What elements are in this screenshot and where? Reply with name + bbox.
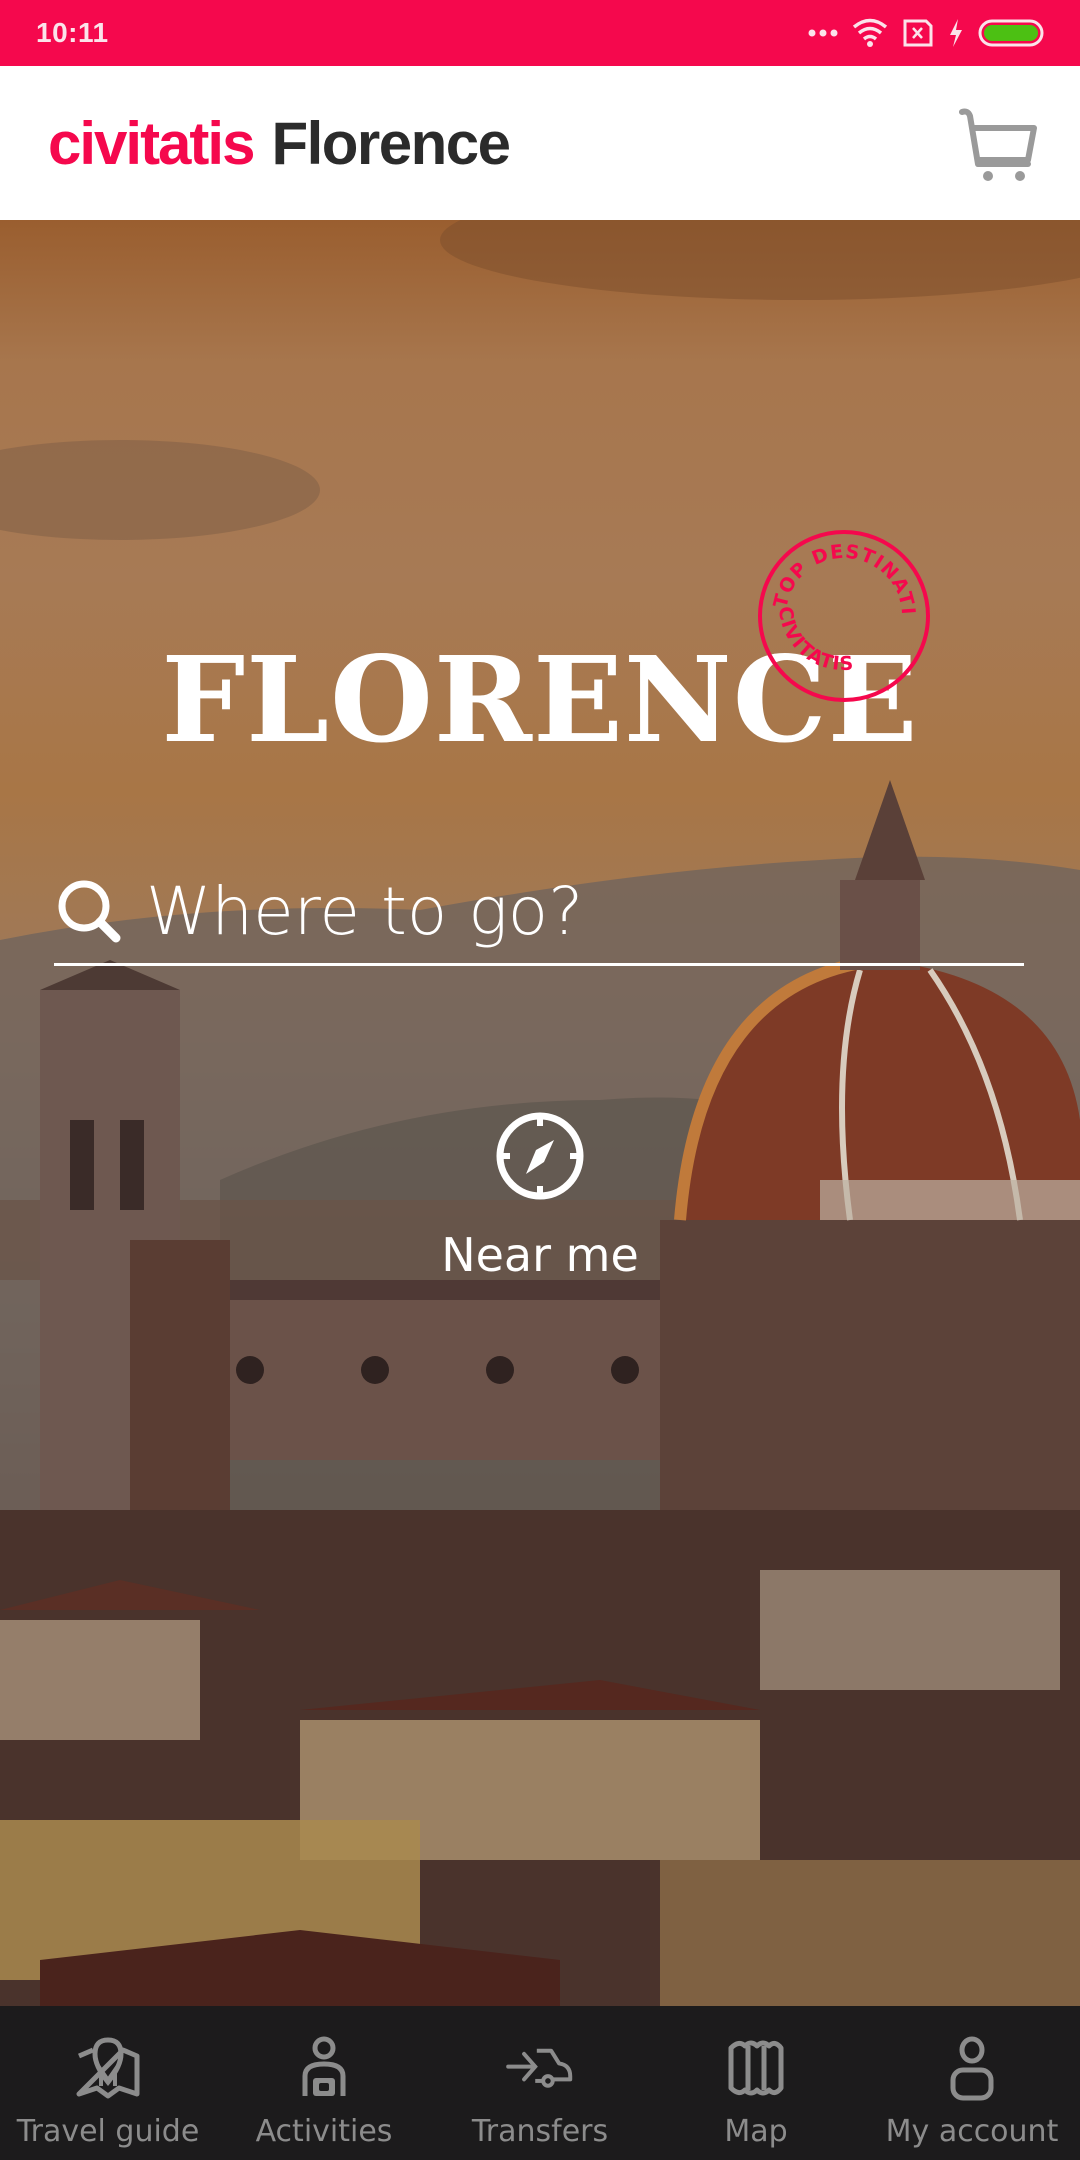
map-pin-guide-icon xyxy=(76,2037,140,2099)
svg-text:TOP DESTINATIONS: TOP DESTINATIONS xyxy=(754,526,919,616)
nav-my-account[interactable]: My account xyxy=(864,2006,1080,2160)
sim-missing-icon xyxy=(903,19,933,47)
battery-icon xyxy=(978,19,1044,47)
status-time: 10:11 xyxy=(36,17,109,48)
nav-label: Activities xyxy=(255,2114,393,2149)
nav-label: Travel guide xyxy=(16,2114,200,2149)
compass-icon xyxy=(496,1112,584,1200)
nav-map[interactable]: Map xyxy=(648,2006,864,2160)
nav-label: My account xyxy=(885,2114,1059,2149)
more-dots-icon xyxy=(808,29,838,37)
near-me-button[interactable]: Near me xyxy=(420,1110,660,1310)
nav-activities[interactable]: Activities xyxy=(216,2006,432,2160)
charging-icon xyxy=(950,19,962,47)
search-bar[interactable] xyxy=(54,860,1024,966)
account-icon xyxy=(950,2036,994,2101)
app-header: civitatis Florence xyxy=(0,66,1080,220)
bottom-navigation: Travel guide Activities Transfers Map My… xyxy=(0,2006,1080,2160)
badge-bottom-text: CIVITATIS xyxy=(774,605,854,675)
map-icon xyxy=(728,2040,784,2096)
nav-transfers[interactable]: Transfers xyxy=(432,2006,648,2160)
cart-icon xyxy=(959,108,1037,181)
header-city-title: Florence xyxy=(271,109,511,177)
transfer-car-icon xyxy=(506,2048,573,2088)
hero-section: FLORENCE TOP DESTINATIONS CIVITATIS Near… xyxy=(0,220,1080,2006)
top-destinations-badge: TOP DESTINATIONS CIVITATIS xyxy=(754,526,930,702)
search-icon xyxy=(58,880,121,942)
brand-logo[interactable]: civitatis xyxy=(48,109,255,178)
wifi-icon xyxy=(852,18,888,47)
nav-label: Map xyxy=(724,2114,788,2149)
badge-top-text: TOP DESTINATIONS xyxy=(754,526,918,616)
activities-person-icon xyxy=(302,2036,346,2096)
svg-text:CIVITATIS: CIVITATIS xyxy=(774,605,855,675)
status-icons xyxy=(808,17,1044,49)
cart-button[interactable] xyxy=(958,102,1042,186)
status-bar: 10:11 xyxy=(0,0,1080,66)
nav-travel-guide[interactable]: Travel guide xyxy=(0,2006,216,2160)
search-input[interactable] xyxy=(146,866,966,957)
near-me-label: Near me xyxy=(441,1228,639,1282)
nav-label: Transfers xyxy=(471,2114,609,2149)
